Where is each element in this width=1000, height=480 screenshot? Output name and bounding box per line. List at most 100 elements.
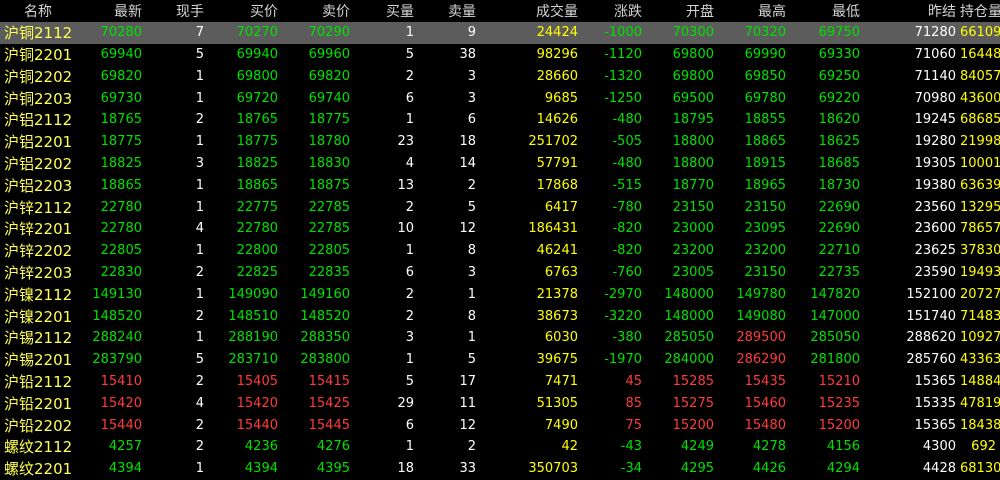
cell-ask-vol: 12	[459, 221, 476, 237]
quote-row[interactable]: 沪铜2202 69820 1 69800 69820 2 3 28660 -1320 69800 6…	[0, 65, 1000, 87]
column-header-change[interactable]: 涨跌	[582, 0, 646, 22]
cell-bid-vol: 1	[405, 112, 414, 128]
cell-open: 15285	[672, 373, 714, 389]
cell-cur-vol: 1	[195, 461, 204, 477]
cell-open: 70300	[646, 21, 718, 44]
quote-row[interactable]: 沪锡2201 283790 5 283710 283800 1 5 39675 -1970 284…	[0, 349, 1000, 371]
quote-row[interactable]: 沪铝2202 18825 3 18825 18830 4 14 57791 -480 18800 1…	[0, 153, 1000, 175]
cell-bid: 18775	[236, 134, 278, 150]
quote-row[interactable]: 沪锌2201 22780 4 22780 22785 10 12 186431 -820 2300…	[0, 218, 1000, 240]
cell-low: 18730	[818, 177, 860, 193]
quote-row[interactable]: 沪铜2203 69730 1 69720 69740 6 3 9685 -1250 69500 69…	[0, 87, 1000, 109]
cell-bid-vol: 10	[397, 221, 414, 237]
cell-ask-vol: 33	[459, 461, 476, 477]
cell-prev-settle: 152100	[906, 286, 956, 302]
column-header-prev-settle[interactable]: 昨结	[864, 0, 960, 22]
cell-bid: 69720	[236, 90, 278, 106]
cell-low: 147000	[810, 308, 860, 324]
quote-row[interactable]: 螺纹2201 4394 1 4394 4395 18 33 350703 -34 4295 4426…	[0, 458, 1000, 480]
cell-bid: 4394	[244, 461, 278, 477]
cell-open-interest: 692	[971, 439, 996, 455]
cell-bid-vol: 2	[405, 199, 414, 215]
cell-change: -515	[612, 177, 642, 193]
cell-low: 18625	[818, 134, 860, 150]
quote-row[interactable]: 沪铝2201 18775 1 18775 18780 23 18 251702 -505 1880…	[0, 131, 1000, 153]
quote-row[interactable]: 沪铜2201 69940 5 69940 69960 5 38 98296 -1120 69800…	[0, 44, 1000, 66]
cell-change: -34	[620, 461, 642, 477]
cell-ask: 70290	[282, 21, 354, 44]
quote-row[interactable]: 沪镍2112 149130 1 149090 149160 2 1 21378 -2970 148…	[0, 283, 1000, 305]
quote-row[interactable]: 沪铜2112 70280 7 70270 70290 1 9 24424 -1000 70300 7…	[0, 21, 1000, 44]
cell-prev-settle: 19305	[914, 155, 956, 171]
cell-ask-vol: 3	[467, 68, 476, 84]
cell-volume: 7471	[544, 373, 578, 389]
cell-volume: 186431	[528, 221, 578, 237]
cell-ask: 69960	[308, 46, 350, 62]
cell-open: 23200	[672, 243, 714, 259]
cell-cur-vol: 1	[195, 199, 204, 215]
cell-volume: 17868	[536, 177, 578, 193]
column-header-open[interactable]: 开盘	[646, 0, 718, 22]
cell-ask: 18780	[308, 134, 350, 150]
cell-prev-settle: 71060	[914, 46, 956, 62]
column-header-cur-vol[interactable]: 现手	[146, 0, 208, 22]
cell-bid-vol: 1	[354, 21, 418, 44]
cell-prev-settle: 71140	[914, 68, 956, 84]
quote-row[interactable]: 沪锌2112 22780 1 22775 22785 2 5 6417 -780 23150 231…	[0, 196, 1000, 218]
cell-bid: 4236	[244, 439, 278, 455]
quote-row[interactable]: 沪锌2203 22830 2 22825 22835 6 3 6763 -760 23005 231…	[0, 262, 1000, 284]
quote-row[interactable]: 沪锌2202 22805 1 22800 22805 1 8 46241 -820 23200 23…	[0, 240, 1000, 262]
column-header-bid[interactable]: 买价	[208, 0, 282, 22]
quote-row[interactable]: 螺纹2112 4257 2 4236 4276 1 2 42 -43 4249 4278 4156 43…	[0, 436, 1000, 458]
quote-row[interactable]: 沪镍2201 148520 2 148510 148520 2 8 38673 -3220 148…	[0, 305, 1000, 327]
cell-ask-vol: 38	[459, 46, 476, 62]
column-header-ask-vol[interactable]: 卖量	[418, 0, 480, 22]
cell-bid: 15420	[236, 395, 278, 411]
cell-change: 45	[625, 373, 642, 389]
quote-row[interactable]: 沪铝2112 18765 2 18765 18775 1 6 14626 -480 18795 18…	[0, 109, 1000, 131]
column-header-volume[interactable]: 成交量	[480, 0, 582, 22]
cell-last: 15440	[100, 417, 142, 433]
quote-row[interactable]: 沪铝2203 18865 1 18865 18875 13 2 17868 -515 18770 1…	[0, 174, 1000, 196]
column-header-low[interactable]: 最低	[790, 0, 864, 22]
cell-volume: 21378	[536, 286, 578, 302]
cell-name: 螺纹2201	[4, 460, 73, 479]
cell-high: 289500	[736, 330, 786, 346]
column-header-name[interactable]: 名称	[0, 0, 80, 22]
cell-open-interest: 68685	[960, 112, 1000, 128]
cell-bid-vol: 29	[397, 395, 414, 411]
cell-ask-vol: 1	[467, 330, 476, 346]
quote-row[interactable]: 沪铅2201 15420 4 15420 15425 29 11 51305 85 15275 15…	[0, 392, 1000, 414]
cell-volume: 51305	[536, 395, 578, 411]
cell-volume: 38673	[536, 308, 578, 324]
cell-high: 149080	[736, 308, 786, 324]
column-header-open-interest[interactable]: 持仓量	[960, 0, 1000, 22]
cell-name: 沪铅2112	[4, 372, 73, 391]
column-header-last[interactable]: 最新	[80, 0, 146, 22]
quote-row[interactable]: 沪铅2112 15410 2 15405 15415 5 17 7471 45 15285 1543…	[0, 371, 1000, 393]
cell-open-interest: 84057	[960, 68, 1000, 84]
cell-name: 沪铝2201	[4, 133, 73, 152]
cell-bid-vol: 1	[405, 439, 414, 455]
column-header-bid-vol[interactable]: 买量	[354, 0, 418, 22]
cell-change: -820	[612, 243, 642, 259]
cell-last: 288240	[92, 330, 142, 346]
cell-volume: 46241	[536, 243, 578, 259]
cell-last: 4257	[108, 439, 142, 455]
cell-ask-vol: 2	[467, 439, 476, 455]
cell-high: 18965	[744, 177, 786, 193]
column-header-high[interactable]: 最高	[718, 0, 790, 22]
cell-prev-settle: 4300	[922, 439, 956, 455]
cell-high: 4426	[752, 461, 786, 477]
cell-open: 69800	[672, 46, 714, 62]
quote-row[interactable]: 沪铅2202 15440 2 15440 15445 6 12 7490 75 15200 1548…	[0, 414, 1000, 436]
cell-ask-vol: 17	[459, 373, 476, 389]
quote-row[interactable]: 沪锡2112 288240 1 288190 288350 3 1 6030 -380 28505…	[0, 327, 1000, 349]
cell-low: 18620	[818, 112, 860, 128]
cell-bid-vol: 1	[405, 243, 414, 259]
column-header-ask[interactable]: 卖价	[282, 0, 354, 22]
cell-last: 148520	[92, 308, 142, 324]
cell-low: 18685	[818, 155, 860, 171]
cell-prev-settle: 15365	[914, 417, 956, 433]
cell-open-interest: 10927	[960, 330, 1000, 346]
